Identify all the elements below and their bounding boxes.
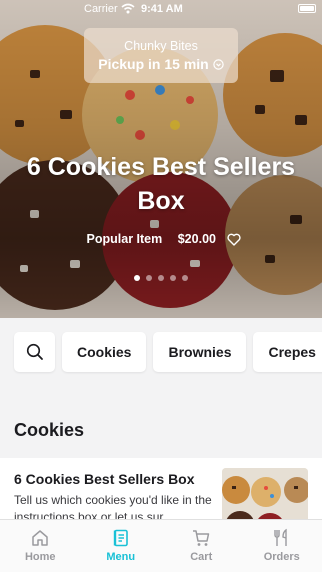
tab-home[interactable]: Home — [0, 520, 81, 572]
battery-icon — [298, 4, 316, 13]
hero-meta: Popular Item $20.00 — [0, 232, 322, 246]
status-bar: Carrier 9:41 AM — [0, 0, 322, 18]
tab-cart-label: Cart — [190, 551, 213, 563]
pickup-selector[interactable]: Chunky Bites Pickup in 15 min — [84, 28, 238, 83]
carousel-dots[interactable] — [0, 268, 322, 286]
cutlery-icon — [274, 528, 287, 546]
hero-title: 6 Cookies Best Sellers Box — [26, 153, 296, 215]
section-title: Cookies — [14, 420, 85, 440]
tab-menu-label: Menu — [106, 551, 136, 563]
hero-price: $20.00 — [177, 232, 216, 246]
search-button[interactable] — [14, 332, 55, 372]
wifi-icon — [121, 3, 135, 14]
hero-tag: Popular Item — [86, 232, 163, 246]
heart-icon[interactable] — [227, 233, 242, 246]
item-name: 6 Cookies Best Sellers Box — [14, 471, 195, 487]
hero-banner[interactable]: Carrier 9:41 AM Chunky Bites Pickup in 1… — [0, 0, 322, 318]
pickup-eta: Pickup in 15 min — [84, 56, 238, 72]
category-bar: Cookies Brownies Crepes — [14, 332, 322, 373]
carousel-dot[interactable] — [170, 275, 176, 281]
tab-home-label: Home — [24, 551, 56, 563]
cart-icon — [193, 530, 210, 546]
clock: 9:41 AM — [141, 3, 183, 15]
category-chip-crepes[interactable]: Crepes — [253, 332, 322, 372]
tab-cart[interactable]: Cart — [161, 520, 242, 572]
store-name: Chunky Bites — [124, 39, 198, 53]
carrier-label: Carrier — [84, 3, 118, 15]
carousel-dot[interactable] — [182, 275, 188, 281]
carousel-dot[interactable] — [134, 275, 140, 281]
home-icon — [32, 530, 48, 546]
carousel-dot[interactable] — [158, 275, 164, 281]
carousel-dot[interactable] — [146, 275, 152, 281]
tab-orders[interactable]: Orders — [242, 520, 322, 572]
tab-bar: Home Menu Cart Orders — [0, 519, 322, 572]
chevron-down-circle-icon — [213, 59, 224, 70]
category-chip-brownies[interactable]: Brownies — [153, 332, 247, 372]
search-icon — [26, 343, 43, 360]
tab-orders-label: Orders — [263, 551, 300, 563]
category-chip-cookies[interactable]: Cookies — [62, 332, 147, 372]
tab-menu[interactable]: Menu — [81, 520, 162, 572]
menu-book-icon — [113, 529, 128, 547]
